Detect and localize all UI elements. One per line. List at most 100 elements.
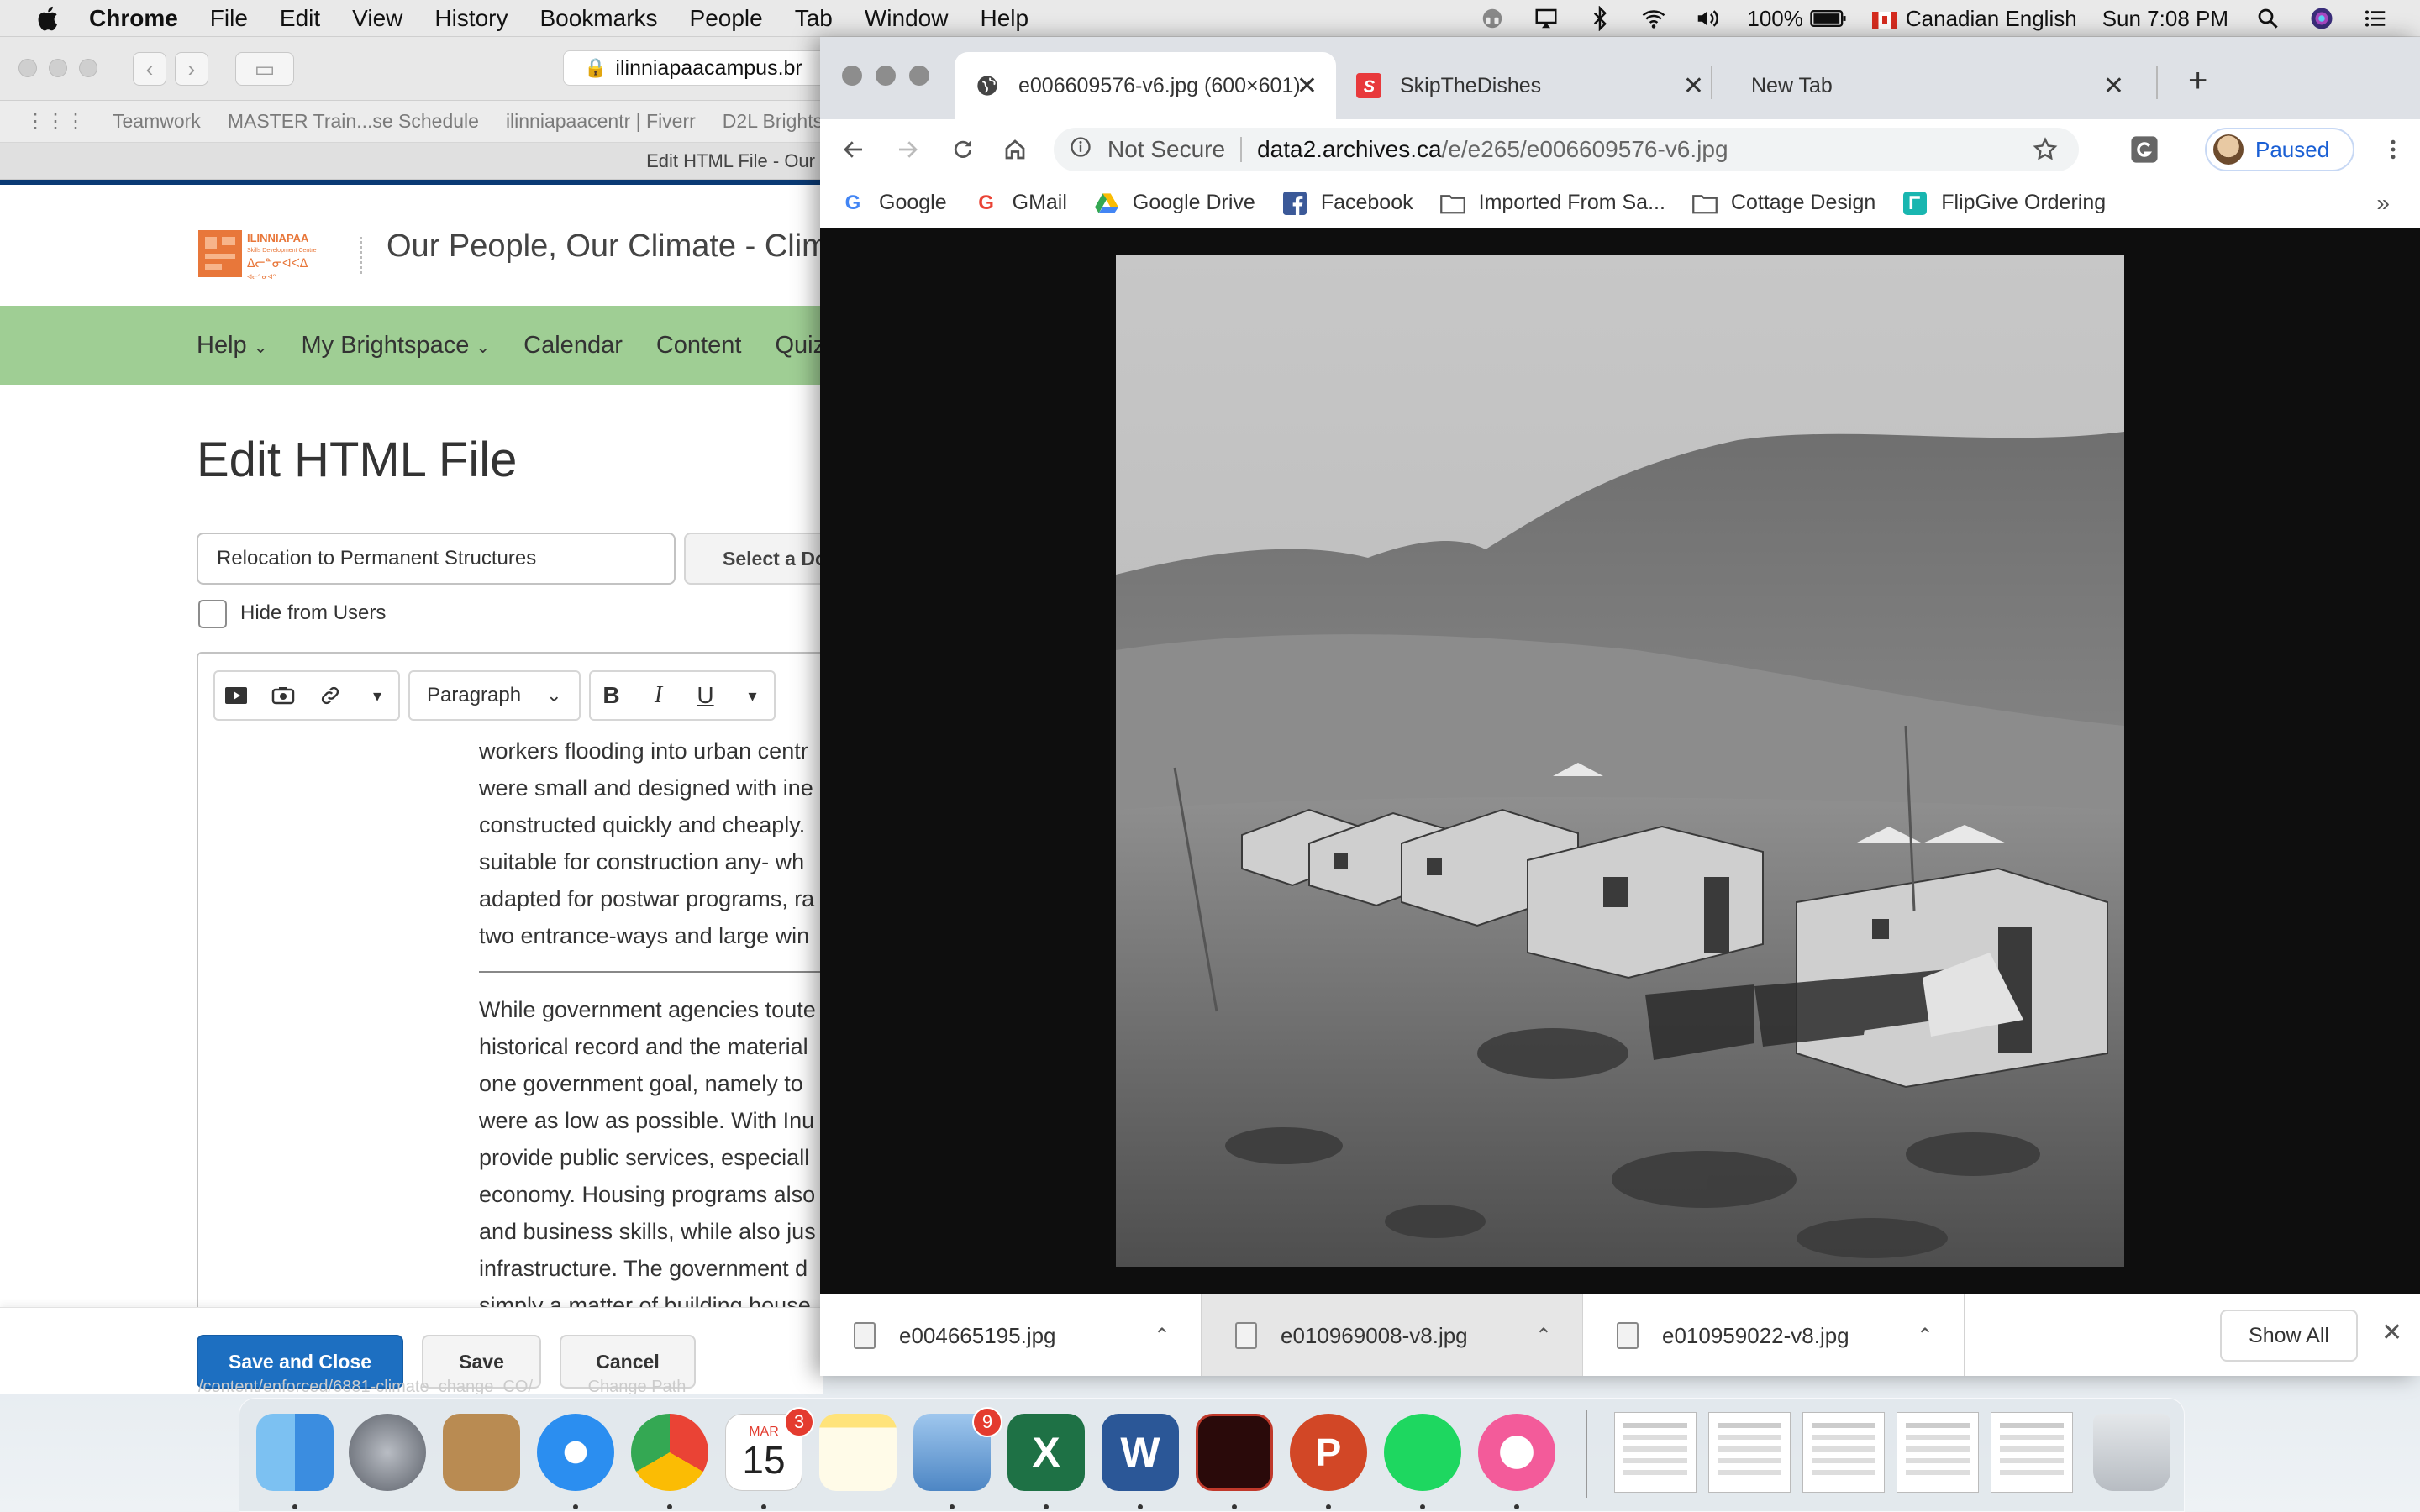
word-icon[interactable]: W <box>1102 1414 1179 1491</box>
hide-from-users-checkbox[interactable] <box>198 600 227 628</box>
minimize-button[interactable] <box>49 59 67 77</box>
trash-icon[interactable] <box>2093 1414 2170 1491</box>
battery-percent[interactable]: 100% <box>1747 6 1803 32</box>
minimized-window-thumbnail[interactable] <box>1614 1412 1697 1493</box>
itunes-icon[interactable] <box>1478 1414 1555 1491</box>
back-chevron-icon[interactable]: ‹ <box>133 52 166 86</box>
bookmark-folder-imported[interactable]: Imported From Sa... <box>1439 191 1665 216</box>
zoom-button[interactable] <box>79 59 97 77</box>
safari-icon[interactable] <box>537 1414 614 1491</box>
chevron-up-icon[interactable]: ⌃ <box>1917 1324 1933 1348</box>
window-controls[interactable] <box>18 59 97 77</box>
notification-center-icon[interactable] <box>2361 6 2390 31</box>
underline-icon[interactable]: U <box>693 682 718 708</box>
acrobat-icon[interactable] <box>1196 1414 1273 1491</box>
minimized-window-thumbnail[interactable] <box>1897 1412 1979 1493</box>
input-source[interactable]: Canadian English <box>1871 6 2077 32</box>
archive-photo[interactable] <box>1116 255 2124 1267</box>
grammarly-extension-icon[interactable] <box>2129 134 2160 165</box>
home-icon[interactable] <box>1000 134 1030 165</box>
insert-stuff-icon[interactable] <box>271 683 296 708</box>
wifi-icon[interactable] <box>1639 6 1668 31</box>
download-item[interactable]: e004665195.jpg ⌃ <box>820 1294 1202 1376</box>
show-all-downloads-button[interactable]: Show All <box>2220 1310 2358 1362</box>
info-icon[interactable] <box>1069 135 1092 165</box>
insert-link-icon[interactable] <box>318 683 343 708</box>
zoom-button[interactable] <box>909 66 929 86</box>
minimized-window-thumbnail[interactable] <box>1802 1412 1885 1493</box>
safari-address-bar[interactable]: 🔒 ilinniapaacampus.br <box>563 50 823 86</box>
reload-icon[interactable] <box>948 134 978 165</box>
tab-image[interactable]: e006609576-v6.jpg (600×601) ✕ <box>955 52 1336 119</box>
new-tab-icon[interactable]: + <box>2188 62 2207 100</box>
select-document-button[interactable]: Select a Do <box>684 533 823 585</box>
close-tab-icon[interactable]: ✕ <box>2103 71 2124 101</box>
bold-icon[interactable]: B <box>599 682 624 708</box>
minimized-window-thumbnail[interactable] <box>1991 1412 2073 1493</box>
spotlight-icon[interactable] <box>2254 6 2282 31</box>
chevron-up-icon[interactable]: ⌃ <box>1535 1324 1552 1348</box>
download-item[interactable]: e010969008-v8.jpg ⌃ <box>1202 1294 1583 1376</box>
nav-content[interactable]: Content <box>656 332 742 360</box>
contacts-icon[interactable] <box>443 1414 520 1491</box>
change-path-link[interactable]: Change Path <box>588 1378 687 1394</box>
close-button[interactable] <box>842 66 862 86</box>
favorite-fiverr[interactable]: ilinniapaacentr | Fiverr <box>506 110 696 133</box>
kebab-menu-icon[interactable] <box>2378 134 2408 165</box>
more-insert-caret-icon[interactable]: ▾ <box>365 683 390 708</box>
favorite-d2l[interactable]: D2L Brightspace <box>723 110 823 133</box>
bookmark-facebook[interactable]: Facebook <box>1282 191 1413 216</box>
tab-skipthedishes[interactable]: S SkipTheDishes ✕ <box>1336 52 1723 119</box>
bookmark-google-drive[interactable]: Google Drive <box>1094 191 1255 216</box>
menu-app-name[interactable]: Chrome <box>89 5 178 32</box>
nav-calendar[interactable]: Calendar <box>523 332 623 360</box>
notes-icon[interactable] <box>819 1414 897 1491</box>
minimized-window-thumbnail[interactable] <box>1708 1412 1791 1493</box>
minimize-button[interactable] <box>876 66 896 86</box>
bookmark-folder-cottage[interactable]: Cottage Design <box>1692 191 1876 216</box>
siri-icon[interactable] <box>2307 6 2336 31</box>
profile-button[interactable]: Paused <box>2205 128 2354 171</box>
sidebar-icon[interactable]: ▭ <box>235 52 294 86</box>
airplay-icon[interactable] <box>1532 6 1560 31</box>
forward-arrow-icon[interactable] <box>892 134 923 165</box>
download-item[interactable]: e010959022-v8.jpg ⌃ <box>1583 1294 1965 1376</box>
bookmark-star-icon[interactable] <box>2032 136 2059 169</box>
finder-icon[interactable] <box>256 1414 334 1491</box>
window-controls[interactable] <box>842 66 929 86</box>
menu-tab[interactable]: Tab <box>795 5 833 32</box>
menu-clock[interactable]: Sun 7:08 PM <box>2102 6 2228 32</box>
volume-icon[interactable] <box>1693 6 1722 31</box>
format-select[interactable]: Paragraph ⌄ <box>408 670 581 721</box>
bookmark-flipgive[interactable]: FlipGive Ordering <box>1902 191 2106 216</box>
powerpoint-icon[interactable]: P <box>1290 1414 1367 1491</box>
excel-icon[interactable]: X <box>1007 1414 1085 1491</box>
back-arrow-icon[interactable] <box>839 134 869 165</box>
bluetooth-icon[interactable] <box>1586 6 1614 31</box>
favorite-teamwork[interactable]: Teamwork <box>113 110 201 133</box>
omnibox[interactable]: Not Secure data2.archives.ca/e/e265/e006… <box>1054 128 2079 171</box>
course-title[interactable]: Our People, Our Climate - Clim <box>387 228 823 265</box>
nav-help[interactable]: Help ⌄ <box>197 332 267 360</box>
more-format-caret-icon[interactable]: ▾ <box>740 683 765 708</box>
close-tab-icon[interactable]: ✕ <box>1297 71 1318 101</box>
bookmark-google[interactable]: G Google <box>840 191 947 216</box>
ilinniapaa-logo[interactable]: ILINNIAPAA Skills Development Centre ᐃᓕᓐ… <box>198 223 333 289</box>
bookmark-gmail[interactable]: G GMail <box>974 191 1067 216</box>
menu-bookmarks[interactable]: Bookmarks <box>539 5 657 32</box>
launchpad-icon[interactable] <box>349 1414 426 1491</box>
more-bookmarks-chevron-icon[interactable]: » <box>2376 190 2390 217</box>
safari-tab[interactable]: Edit HTML File - Our <box>0 143 823 180</box>
menu-window[interactable]: Window <box>865 5 949 32</box>
menu-people[interactable]: People <box>690 5 763 32</box>
nav-quizzes[interactable]: Quiz <box>775 332 823 360</box>
menu-file[interactable]: File <box>210 5 248 32</box>
grid-icon[interactable]: ⋮⋮⋮ <box>25 109 86 134</box>
editor-content[interactable]: workers flooding into urban centr were s… <box>479 732 823 1324</box>
menu-edit[interactable]: Edit <box>280 5 320 32</box>
title-input[interactable]: Relocation to Permanent Structures <box>197 533 676 585</box>
menu-view[interactable]: View <box>352 5 402 32</box>
insert-video-icon[interactable] <box>224 683 249 708</box>
battery-icon[interactable] <box>1810 6 1847 31</box>
spotify-icon[interactable] <box>1384 1414 1461 1491</box>
